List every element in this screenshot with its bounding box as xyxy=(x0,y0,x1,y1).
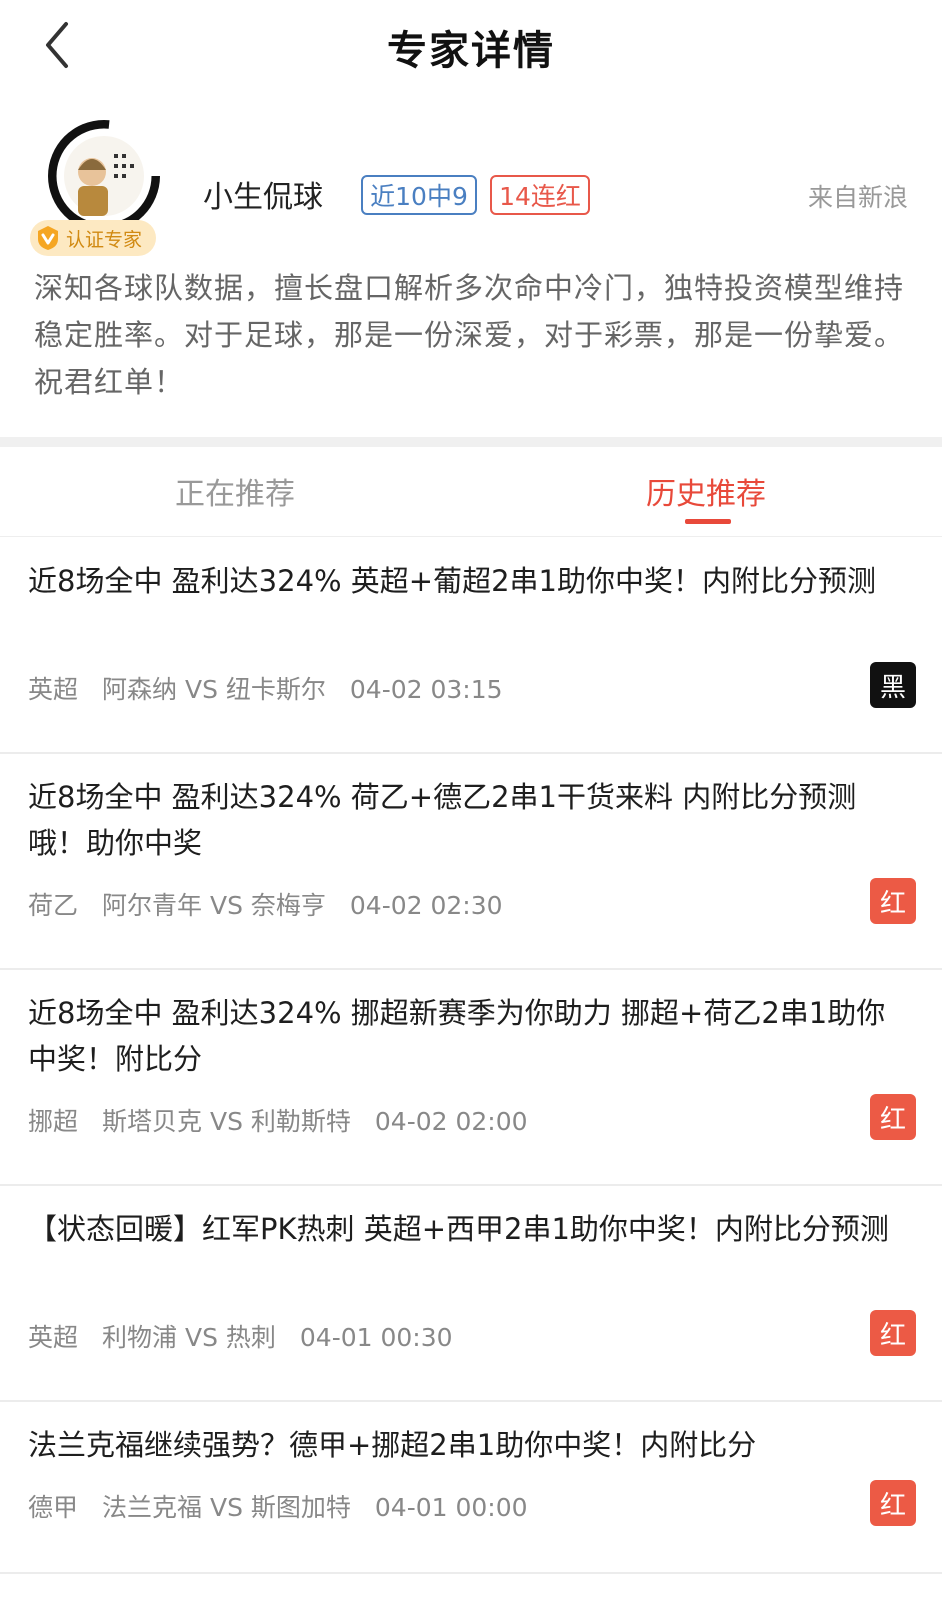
section-divider xyxy=(0,437,942,447)
result-badge: 红 xyxy=(870,878,916,924)
item-meta: 挪超 斯塔贝克 VS 利勒斯特 04-02 02:00 xyxy=(28,1102,552,1138)
item-meta: 德甲 法兰克福 VS 斯图加特 04-01 00:00 xyxy=(28,1488,552,1524)
result-badge: 红 xyxy=(870,1094,916,1140)
expert-bio: 深知各球队数据，擅长盘口解析多次命中冷门，独特投资模型维持稳定胜率。对于足球，那… xyxy=(34,271,905,399)
item-match: 斯塔贝克 VS 利勒斯特 xyxy=(102,1107,351,1136)
win-streak-badge: 14连红 xyxy=(490,175,590,215)
avatar-block: 认证专家 xyxy=(30,120,170,260)
item-meta: 荷乙 阿尔青年 VS 奈梅亨 04-02 02:30 xyxy=(28,886,527,922)
expert-name: 小生侃球 xyxy=(203,180,323,215)
list-item[interactable]: 【状态回暖】红军PK热刺 英超+西甲2串1助你中奖！内附比分预测 英超 利物浦 V… xyxy=(0,1186,942,1402)
item-time: 04-01 00:00 xyxy=(374,1493,528,1522)
item-time: 04-01 00:30 xyxy=(299,1323,453,1352)
page-title: 专家详情 xyxy=(387,28,555,74)
tab-history-recommendations[interactable]: 历史推荐 xyxy=(556,469,856,513)
recent-record-badge: 近10中9 xyxy=(361,175,477,215)
item-time: 04-02 03:15 xyxy=(349,675,503,704)
item-title: 近8场全中 盈利达324% 英超+葡超2串1助你中奖！内附比分预测 xyxy=(28,564,876,598)
verified-v-icon xyxy=(34,224,62,252)
item-meta: 英超 利物浦 VS 热刺 04-01 00:30 xyxy=(28,1318,477,1354)
item-league: 英超 xyxy=(28,1323,79,1352)
recommendation-list: 近8场全中 盈利达324% 英超+葡超2串1助你中奖！内附比分预测 英超 阿森纳 … xyxy=(0,538,942,1574)
item-match: 利物浦 VS 热刺 xyxy=(102,1323,276,1352)
source-label: 来自新浪 xyxy=(807,183,908,212)
tab-bar: 正在推荐 历史推荐 xyxy=(0,447,942,537)
item-league: 英超 xyxy=(28,675,79,704)
list-item[interactable]: 近8场全中 盈利达324% 挪超新赛季为你助力 挪超+荷乙2串1助你中奖！附比分… xyxy=(0,970,942,1186)
list-item[interactable]: 近8场全中 盈利达324% 英超+葡超2串1助你中奖！内附比分预测 英超 阿森纳 … xyxy=(0,538,942,754)
item-title: 近8场全中 盈利达324% 挪超新赛季为你助力 挪超+荷乙2串1助你中奖！附比分 xyxy=(28,996,886,1076)
item-league: 荷乙 xyxy=(28,891,79,920)
result-badge: 红 xyxy=(870,1310,916,1356)
item-title: 法兰克福继续强势？德甲+挪超2串1助你中奖！内附比分 xyxy=(28,1428,757,1462)
item-match: 法兰克福 VS 斯图加特 xyxy=(102,1493,351,1522)
cert-label: 认证专家 xyxy=(66,228,143,251)
item-league: 德甲 xyxy=(28,1493,79,1522)
result-badge: 红 xyxy=(870,1480,916,1526)
item-meta: 英超 阿森纳 VS 纽卡斯尔 04-02 03:15 xyxy=(28,670,527,706)
result-badge: 黑 xyxy=(870,662,916,708)
tab-current-recommendations[interactable]: 正在推荐 xyxy=(85,469,385,513)
list-item[interactable]: 法兰克福继续强势？德甲+挪超2串1助你中奖！内附比分 德甲 法兰克福 VS 斯图加… xyxy=(0,1402,942,1574)
list-item[interactable]: 近8场全中 盈利达324% 荷乙+德乙2串1干货来料 内附比分预测哦！助你中奖 … xyxy=(0,754,942,970)
certified-expert-badge: 认证专家 xyxy=(30,220,157,256)
expert-profile: 认证专家 小生侃球 近10中9 14连红 来自新浪 深知各球队数据，擅长盘口解析… xyxy=(0,110,942,430)
item-match: 阿尔青年 VS 奈梅亨 xyxy=(102,891,326,920)
nav-bar: 专家详情 xyxy=(0,0,942,90)
active-tab-indicator xyxy=(685,519,731,524)
item-title: 【状态回暖】红军PK热刺 英超+西甲2串1助你中奖！内附比分预测 xyxy=(28,1212,889,1246)
item-title: 近8场全中 盈利达324% 荷乙+德乙2串1干货来料 内附比分预测哦！助你中奖 xyxy=(28,780,857,860)
item-match: 阿森纳 VS 纽卡斯尔 xyxy=(102,675,326,704)
item-time: 04-02 02:00 xyxy=(374,1107,528,1136)
item-league: 挪超 xyxy=(28,1107,79,1136)
item-time: 04-02 02:30 xyxy=(349,891,503,920)
avatar[interactable] xyxy=(48,120,160,232)
